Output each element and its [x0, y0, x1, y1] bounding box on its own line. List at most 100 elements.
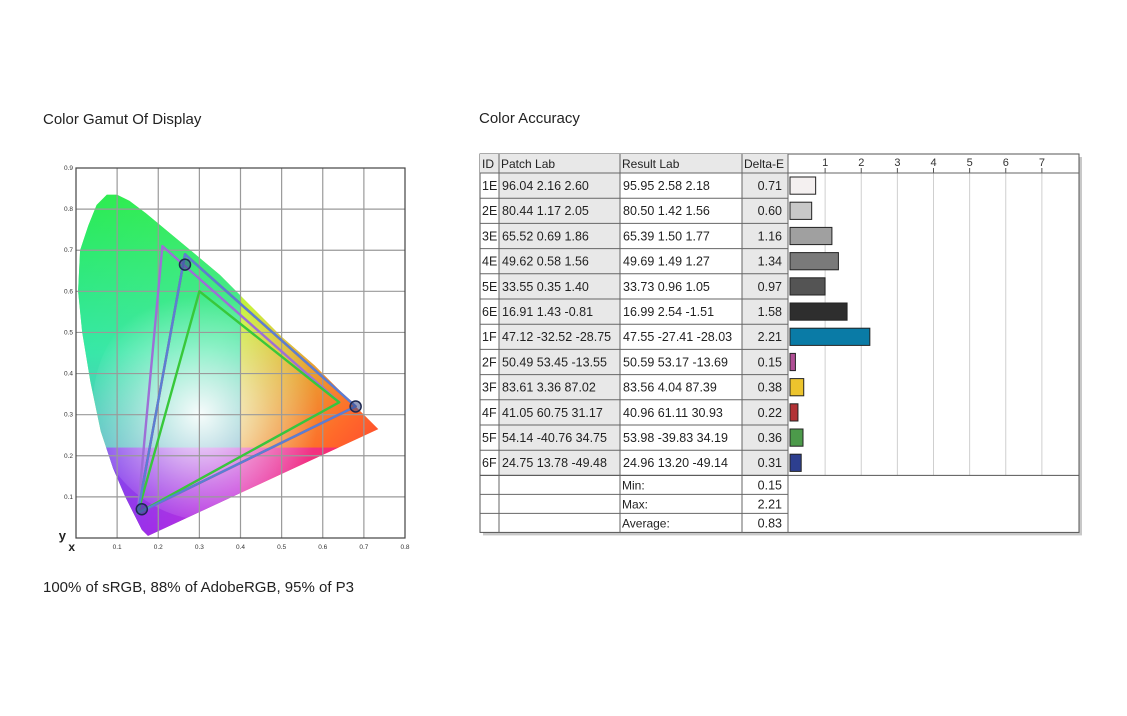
- delta-e-value: 2.21: [758, 330, 782, 344]
- delta-e-bar: [789, 428, 804, 447]
- summary-label: Average:: [622, 516, 670, 530]
- summary-label: Min:: [622, 478, 645, 492]
- result-lab-value: 24.96 13.20 -49.14: [623, 456, 728, 470]
- column-header: Patch Lab: [501, 157, 555, 171]
- y-tick-label: 0.2: [64, 453, 73, 460]
- row-id: 6E: [482, 305, 497, 319]
- patch-lab-value: 83.61 3.36 87.02: [502, 381, 596, 395]
- row-id: 2E: [482, 204, 497, 218]
- patch-lab-value: 41.05 60.75 31.17: [502, 406, 603, 420]
- scale-tick-label: 5: [967, 157, 973, 169]
- patch-lab-value: 16.91 1.43 -0.81: [502, 305, 593, 319]
- column-header: Result Lab: [622, 157, 680, 171]
- y-tick-label: 0.7: [64, 247, 73, 254]
- row-id: 2F: [482, 355, 497, 369]
- patch-lab-value: 47.12 -32.52 -28.75: [502, 330, 611, 344]
- summary-value: 0.83: [758, 516, 782, 530]
- y-tick-label: 0.5: [64, 329, 73, 336]
- result-lab-value: 83.56 4.04 87.39: [623, 381, 717, 395]
- column-header: ID: [482, 157, 494, 171]
- delta-e-value: 1.58: [758, 305, 782, 319]
- y-tick-label: 0.8: [64, 206, 73, 213]
- delta-e-value: 0.38: [758, 381, 782, 395]
- x-tick-label: 0.2: [154, 544, 163, 551]
- x-tick-label: 0.5: [277, 544, 286, 551]
- delta-e-bar: [789, 176, 817, 195]
- row-id: 6F: [482, 456, 497, 470]
- scale-tick-label: 1: [822, 157, 828, 169]
- result-lab-value: 33.73 0.96 1.05: [623, 280, 710, 294]
- x-tick-label: 0.4: [236, 544, 245, 551]
- delta-e-value: 0.71: [758, 179, 782, 193]
- gamut-chart-title: Color Gamut Of Display: [43, 111, 202, 128]
- delta-e-value: 1.34: [758, 255, 782, 269]
- delta-e-value: 0.31: [758, 456, 782, 470]
- scale-tick-label: 6: [1003, 157, 1009, 169]
- scale-tick-label: 4: [930, 157, 936, 169]
- row-id: 4F: [482, 406, 497, 420]
- patch-lab-value: 65.52 0.69 1.86: [502, 229, 589, 243]
- result-lab-value: 65.39 1.50 1.77: [623, 229, 710, 243]
- result-lab-value: 16.99 2.54 -1.51: [623, 305, 714, 319]
- summary-value: 2.21: [758, 497, 782, 511]
- result-lab-value: 47.55 -27.41 -28.03: [623, 330, 732, 344]
- color-accuracy-table: 1 2 3 4 5 6 7 ID Patch Lab Result Lab Delta-E 1E 96.…: [479, 153, 1082, 536]
- patch-lab-value: 80.44 1.17 2.05: [502, 204, 589, 218]
- row-id: 5E: [482, 280, 497, 294]
- x-tick-label: 0.8: [400, 544, 409, 551]
- primary-marker: [178, 258, 192, 271]
- delta-e-value: 0.97: [758, 280, 782, 294]
- scale-tick-label: 7: [1039, 157, 1045, 169]
- delta-e-value: 0.22: [758, 406, 782, 420]
- x-tick-label: 0.3: [195, 544, 204, 551]
- row-id: 3E: [482, 229, 497, 243]
- result-lab-value: 50.59 53.17 -13.69: [623, 355, 728, 369]
- result-lab-value: 80.50 1.42 1.56: [623, 204, 710, 218]
- summary-value: 0.15: [758, 478, 782, 492]
- delta-e-bar: [789, 352, 796, 372]
- delta-e-bar: [789, 252, 839, 271]
- scale-tick-label: 2: [858, 157, 864, 169]
- y-tick-label: 0.4: [64, 371, 73, 378]
- x-tick-label: 0.6: [318, 544, 327, 551]
- x-tick-label: 0.7: [359, 544, 368, 551]
- row-id: 1E: [482, 179, 497, 193]
- delta-e-bar: [789, 302, 848, 321]
- delta-e-value: 0.60: [758, 204, 782, 218]
- cie-gamut-chart: 0.1 0.2 0.3 0.4 0.5 0.6 0.7 0.8 0.1 0.2 0.3 0.4 0.5 0…: [59, 165, 410, 554]
- column-header: Delta-E: [744, 157, 784, 171]
- patch-lab-value: 24.75 13.78 -49.48: [502, 456, 607, 470]
- delta-e-bar: [789, 327, 871, 346]
- delta-e-value: 0.36: [758, 431, 782, 445]
- delta-e-bar: [789, 277, 826, 296]
- result-lab-value: 95.95 2.58 2.18: [623, 179, 710, 193]
- y-tick-label: 0.6: [64, 288, 73, 295]
- patch-lab-value: 54.14 -40.76 34.75: [502, 431, 607, 445]
- row-id: 5F: [482, 431, 497, 445]
- patch-lab-value: 49.62 0.58 1.56: [502, 255, 589, 269]
- result-lab-value: 40.96 61.11 30.93: [623, 406, 723, 420]
- delta-e-value: 1.16: [758, 229, 782, 243]
- primary-marker: [135, 502, 149, 516]
- x-tick-label: 0.1: [113, 544, 122, 551]
- delta-e-value: 0.15: [758, 355, 782, 369]
- gamut-caption: 100% of sRGB, 88% of AdobeRGB, 95% of P3: [43, 579, 355, 596]
- x-axis-letter: x: [68, 540, 75, 554]
- patch-lab-value: 96.04 2.16 2.60: [502, 179, 589, 193]
- summary-label: Max:: [622, 497, 648, 511]
- primary-marker: [349, 400, 362, 413]
- patch-lab-value: 33.55 0.35 1.40: [502, 280, 589, 294]
- accuracy-chart-title: Color Accuracy: [479, 110, 580, 127]
- result-lab-value: 49.69 1.49 1.27: [623, 255, 710, 269]
- delta-e-bar: [789, 403, 799, 422]
- row-id: 4E: [482, 255, 497, 269]
- scale-tick-label: 3: [894, 157, 900, 169]
- row-id: 3F: [482, 381, 497, 395]
- row-id: 1F: [482, 330, 497, 344]
- delta-e-bar: [789, 378, 805, 397]
- delta-e-bar: [789, 201, 813, 220]
- patch-lab-value: 50.49 53.45 -13.55: [502, 355, 607, 369]
- result-lab-value: 53.98 -39.83 34.19: [623, 431, 728, 445]
- y-tick-label: 0.3: [64, 412, 73, 419]
- delta-e-bar: [789, 226, 833, 246]
